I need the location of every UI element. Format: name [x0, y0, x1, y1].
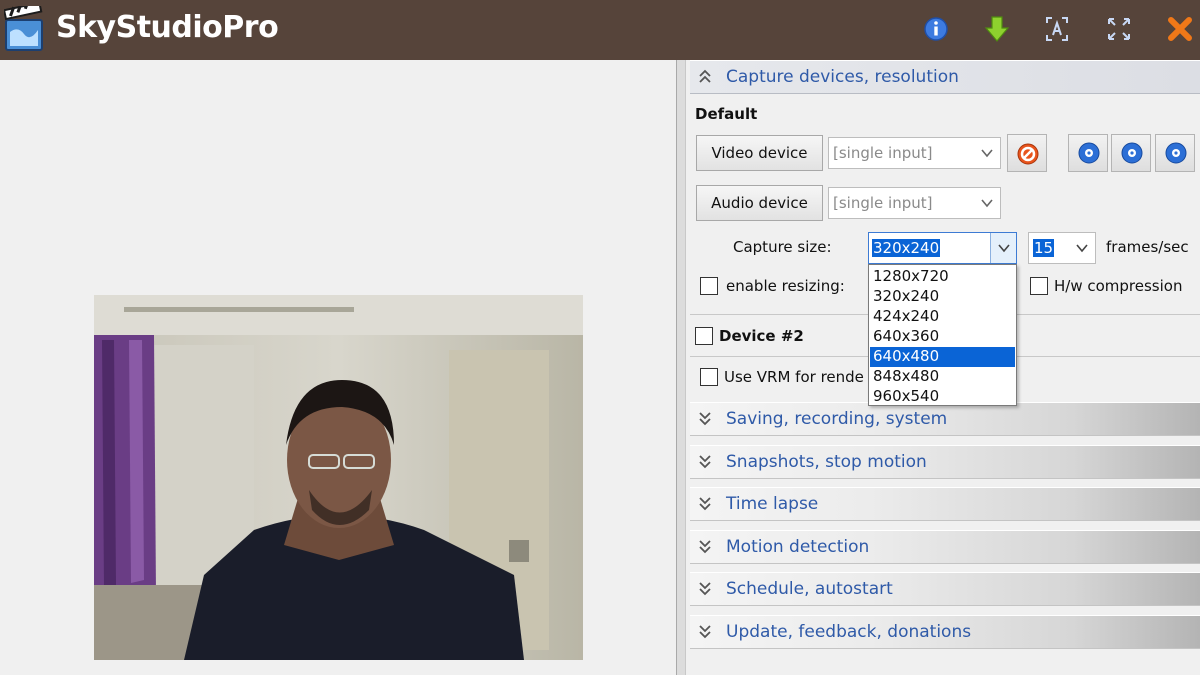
section-title: Time lapse	[726, 494, 819, 514]
settings-disc-icon	[1165, 142, 1187, 164]
panel-splitter[interactable]	[676, 60, 686, 675]
section-header-saving[interactable]: Saving, recording, system	[690, 402, 1200, 436]
fps-label: frames/sec	[1106, 238, 1189, 256]
disable-device-button[interactable]	[1007, 134, 1047, 172]
settings-disc-icon	[1121, 142, 1143, 164]
size-option-640x480[interactable]: 640x480	[870, 347, 1015, 367]
chevron-down-icon	[699, 412, 711, 426]
fullscreen-icon[interactable]	[1106, 14, 1132, 44]
device2-label: Device #2	[719, 327, 804, 345]
fps-select[interactable]: 15	[1028, 232, 1096, 264]
section-header-motion-detection[interactable]: Motion detection	[690, 530, 1200, 564]
size-option-848x480[interactable]: 848x480	[870, 367, 1015, 387]
size-option-424x240[interactable]: 424x240	[870, 307, 1015, 327]
audio-input-select[interactable]: [single input]	[828, 187, 1001, 219]
section-title: Snapshots, stop motion	[726, 452, 927, 472]
section-title: Saving, recording, system	[726, 409, 948, 429]
size-option-320x240[interactable]: 320x240	[870, 287, 1015, 307]
device-settings-button-3[interactable]	[1155, 134, 1195, 172]
chevron-up-icon	[699, 69, 711, 83]
preview-area	[0, 60, 676, 675]
enable-resizing-checkbox[interactable]	[700, 277, 718, 295]
webcam-preview-image	[94, 295, 583, 660]
section-header-update[interactable]: Update, feedback, donations	[690, 615, 1200, 649]
title-bar: SkyStudioPro	[0, 0, 1200, 60]
video-device-button[interactable]: Video device	[696, 135, 823, 171]
device-settings-button-2[interactable]	[1111, 134, 1151, 172]
section-title: Motion detection	[726, 537, 870, 557]
capture-size-dropdown-list[interactable]: 1280x720 320x240 424x240 640x360 640x480…	[868, 264, 1017, 406]
video-input-select[interactable]: [single input]	[828, 137, 1001, 169]
chevron-down-icon	[981, 199, 993, 208]
use-vrm-checkbox[interactable]	[700, 368, 718, 386]
audio-input-value: [single input]	[833, 194, 933, 212]
use-vrm-label: Use VRM for rende	[724, 368, 864, 386]
section-title: Capture devices, resolution	[726, 67, 959, 87]
chevron-down-icon	[981, 149, 993, 158]
chevron-down-icon	[699, 455, 711, 469]
device-settings-button-1[interactable]	[1068, 134, 1108, 172]
size-option-960x540[interactable]: 960x540	[870, 387, 1015, 407]
size-option-640x360[interactable]: 640x360	[870, 327, 1015, 347]
enable-resizing-label: enable resizing:	[726, 277, 845, 295]
capture-size-label: Capture size:	[733, 238, 832, 256]
section-header-time-lapse[interactable]: Time lapse	[690, 487, 1200, 521]
video-input-value: [single input]	[833, 144, 933, 162]
chevron-down-icon	[998, 244, 1010, 253]
chevron-down-icon	[699, 625, 711, 639]
section-header-schedule[interactable]: Schedule, autostart	[690, 572, 1200, 606]
capture-size-select[interactable]: 320x240	[868, 232, 1017, 264]
audio-device-button[interactable]: Audio device	[696, 185, 823, 221]
size-option-1280x720[interactable]: 1280x720	[870, 267, 1015, 287]
section-title: Schedule, autostart	[726, 579, 893, 599]
chevron-down-icon	[699, 540, 711, 554]
default-label: Default	[695, 105, 758, 123]
fps-value: 15	[1033, 239, 1055, 257]
fit-screen-icon[interactable]	[1044, 14, 1070, 44]
settings-disc-icon	[1078, 142, 1100, 164]
clapperboard-logo-icon	[4, 6, 43, 51]
section-title: Update, feedback, donations	[726, 622, 972, 642]
hw-compression-label: H/w compression	[1054, 277, 1183, 295]
section-header-capture[interactable]: Capture devices, resolution	[690, 60, 1200, 94]
prohibited-icon	[1017, 143, 1039, 165]
info-icon[interactable]	[923, 14, 949, 44]
chevron-down-icon	[699, 582, 711, 596]
chevron-down-icon	[699, 497, 711, 511]
download-icon[interactable]	[984, 14, 1010, 44]
capture-size-dropdown-button[interactable]	[990, 233, 1016, 263]
close-icon[interactable]	[1167, 14, 1193, 44]
hw-compression-checkbox[interactable]	[1030, 277, 1048, 295]
section-header-snapshots[interactable]: Snapshots, stop motion	[690, 445, 1200, 479]
device2-checkbox[interactable]	[695, 327, 713, 345]
capture-size-value: 320x240	[872, 239, 941, 257]
app-title: SkyStudioPro	[56, 10, 279, 45]
chevron-down-icon	[1076, 244, 1088, 253]
